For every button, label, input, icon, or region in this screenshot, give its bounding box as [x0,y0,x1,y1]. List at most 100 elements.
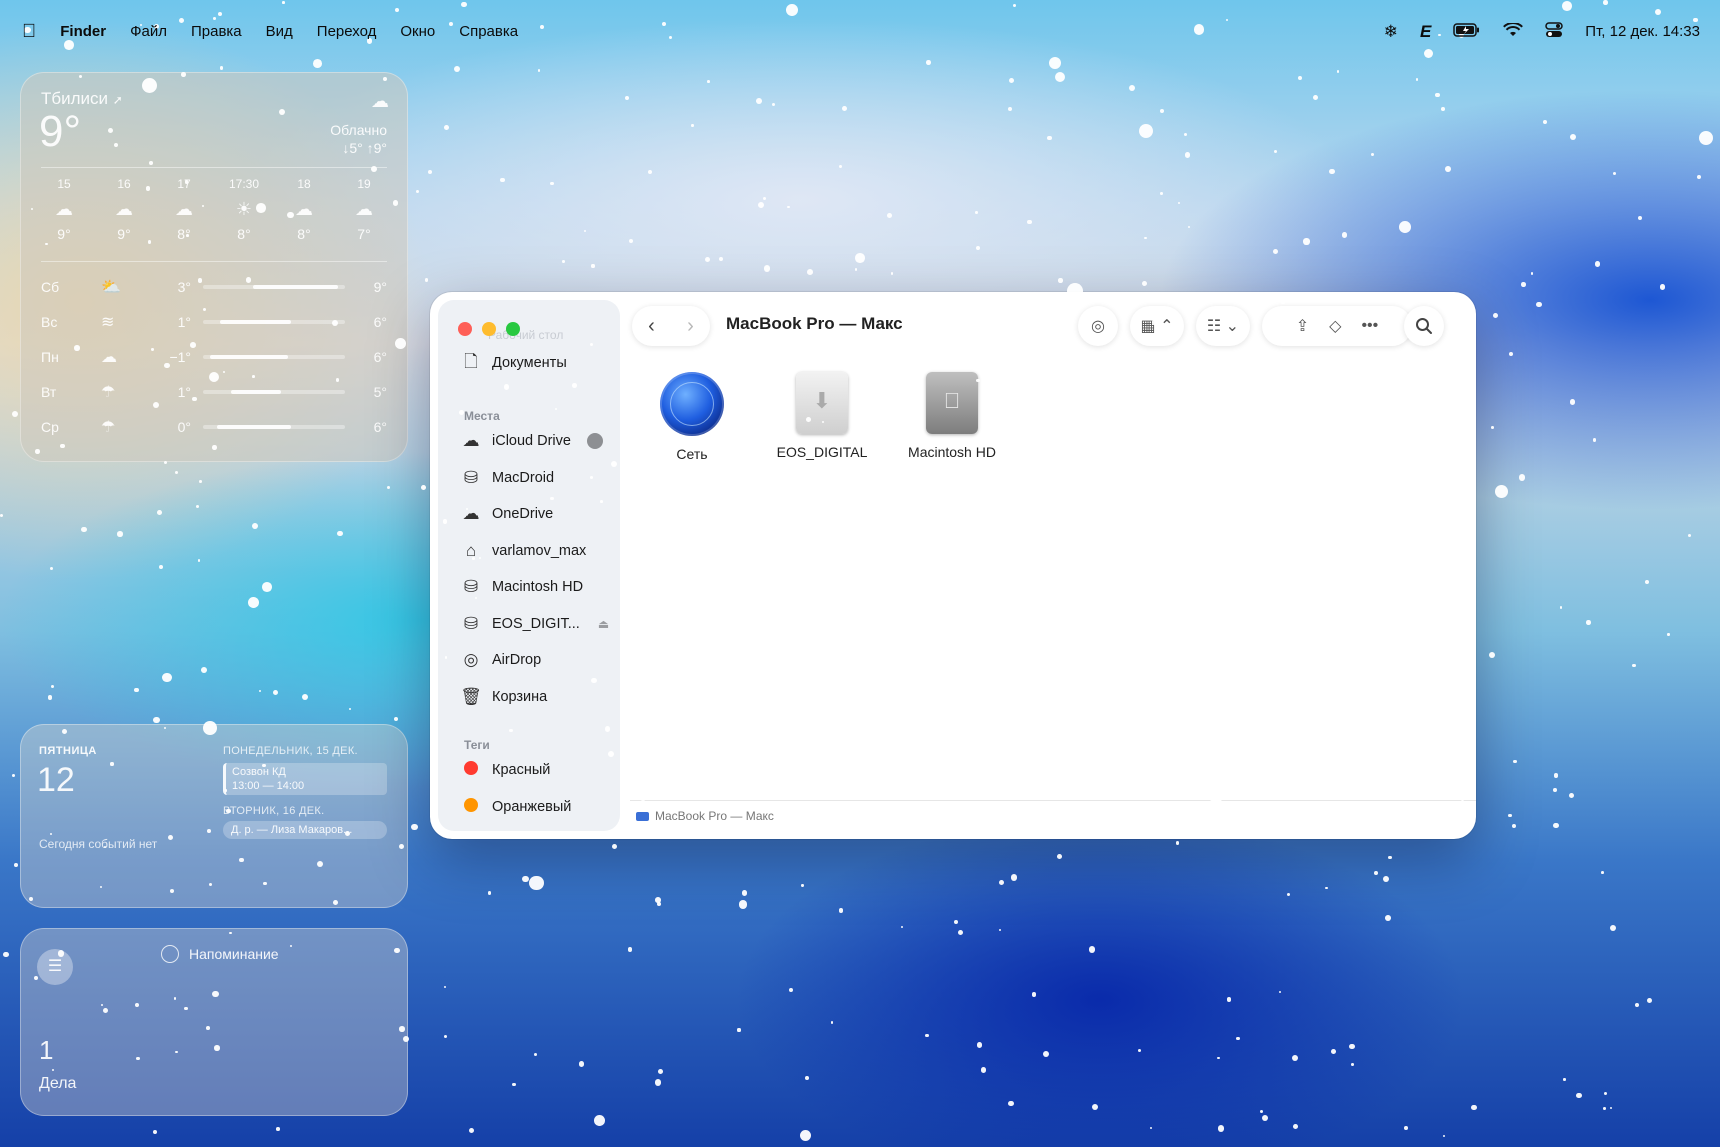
tag-icon[interactable]: ◇ [1329,316,1341,336]
menu-edit[interactable]: Правка [191,23,242,40]
snowflake [1009,77,1015,83]
file-item-macintosh-hd[interactable]:  Macintosh HD [892,372,1012,460]
keyboard-layout-icon[interactable]: E [1420,23,1431,40]
cloud-icon: ☁ [101,348,117,366]
snowflake [468,1127,475,1134]
snowflake [1150,1127,1153,1130]
snowflake [1553,822,1559,828]
menu-go[interactable]: Переход [317,23,377,40]
reminder-item[interactable]: Напоминание [161,945,279,963]
calendar-event[interactable]: Д. р. — Лиза Макаров... [223,821,387,839]
sidebar-item-onedrive[interactable]: ☁ OneDrive [460,501,554,527]
snowflake [1491,425,1495,429]
day-row: Вт ☂ 1° 5° [41,383,387,401]
search-button[interactable] [1404,306,1444,346]
snowflake [1388,855,1392,860]
sunset-icon: ☀ [235,199,253,219]
close-window-button[interactable] [458,322,472,336]
weather-widget[interactable]: Тбилиси ➚ 9° ☁ Облачно ↓5° ↑9° 15 ☁ 9° 16 ☁… [20,72,408,462]
divider [41,261,387,262]
more-icon[interactable]: ••• [1361,317,1378,335]
file-item-eos-digital[interactable]: ⬇ EOS_DIGITAL [762,372,882,460]
cloud-icon: ☁ [175,199,193,219]
snowflake [583,230,587,233]
menu-file[interactable]: Файл [130,23,167,40]
rain-icon: ☂ [101,383,116,401]
snowflake [197,558,201,562]
snowflake [50,685,54,689]
snowflake [487,891,492,896]
calendar-event[interactable]: Созвон КД 13:00 — 14:00 [223,763,387,795]
menu-view[interactable]: Вид [266,23,293,40]
checkbox-circle-icon[interactable] [161,945,179,963]
control-center-icon[interactable] [1545,22,1564,41]
day-row: Пн ☁ −1° 6° [41,348,387,366]
temp-range-bar [203,284,345,289]
snowflake [394,716,399,721]
snowflake [12,774,15,778]
calendar-widget[interactable]: ПЯТНИЦА 12 Сегодня событий нет ПОНЕДЕЛЬН… [20,724,408,908]
drive-icon: ⛁ [463,468,479,487]
menu-help[interactable]: Справка [459,23,518,40]
menu-app-finder[interactable]: Finder [60,23,106,40]
snowflake [12,410,19,417]
calendar-weekday: ПЯТНИЦА [39,745,97,757]
menu-window[interactable]: Окно [400,23,435,40]
snowflake [276,1127,280,1131]
sidebar-item-icloud[interactable]: ☁ iCloud Drive [460,428,603,454]
snowflake [1644,579,1650,585]
snowflake [800,1130,812,1142]
zoom-window-button[interactable] [506,322,520,336]
home-icon: ⌂ [465,541,477,560]
minimize-window-button[interactable] [482,322,496,336]
temp-range-bar [203,389,345,394]
sidebar-item-trash[interactable]: 🗑 Корзина [460,684,547,710]
sidebar-item-airdrop[interactable]: ◎ AirDrop [460,647,542,673]
list-icon: ☰ [37,949,73,985]
hourly-forecast: 15 ☁ 9° 16 ☁ 9° 17 ☁ 8° 17:30 ☀ 8° 18 ☁ 8° 19 ☁ 7° [41,177,387,242]
apple-menu-icon[interactable]:  [22,22,36,41]
file-item-network[interactable]: Сеть [632,372,752,462]
view-mode-button[interactable]: ▦ ⌃ [1130,306,1184,346]
sidebar-item-documents[interactable]: 🗋 Документы [460,350,567,376]
snowflake [272,689,279,696]
snowflake [1160,192,1163,196]
snowflake [444,1035,448,1039]
wifi-icon[interactable] [1503,22,1524,40]
sidebar-item-macintosh-hd[interactable]: ⛁ Macintosh HD [460,574,583,600]
tag-dot-orange [464,798,478,812]
sidebar-item-eos-digital[interactable]: ⛁ EOS_DIGIT... ⏏ [460,611,609,637]
eject-icon[interactable]: ⏏ [598,617,609,631]
forward-button[interactable]: › [687,315,694,338]
snowflake [1508,351,1513,356]
menu-clock[interactable]: Пт, 12 дек. 14:33 [1585,23,1700,40]
snowflake [855,253,865,263]
snowflake [655,1079,662,1086]
path-segment[interactable]: MacBook Pro — Макс [655,809,774,823]
snowflake [657,902,662,907]
sidebar-tag-red[interactable]: Красный [460,757,550,783]
tag-dot-red [464,761,478,775]
back-button[interactable]: ‹ [648,315,655,338]
share-icon[interactable]: ⇪ [1296,316,1309,336]
sidebar-item-home[interactable]: ⌂ varlamov_max [460,538,586,564]
battery-icon[interactable] [1453,23,1481,40]
snowflake [1312,95,1318,101]
reminders-widget[interactable]: ☰ Напоминание 1 Дела [20,928,408,1116]
finder-toolbar: ‹ › MacBook Pro — Макс ◎ ▦ ⌃ ☷ ⌄ ⇪ ◇ ••• [630,304,1464,354]
snowflake [1297,76,1302,81]
snowflake [81,526,87,533]
snowflake [1159,108,1165,114]
snowflake-icon[interactable]: ❄ [1384,23,1398,40]
snowflake [1373,871,1378,875]
snowflake [219,66,224,70]
snowflake [1435,92,1441,98]
group-by-button[interactable]: ☷ ⌄ [1196,306,1250,346]
sidebar-item-macdroid[interactable]: ⛁ MacDroid [460,465,554,491]
sidebar-tag-orange[interactable]: Оранжевый [460,794,571,820]
snowflake [1138,1048,1142,1052]
wind-icon: ≋ [101,313,115,331]
snowflake [1609,1106,1612,1109]
external-drive-icon: ⬇ [796,372,848,434]
airdrop-button[interactable]: ◎ [1078,306,1118,346]
